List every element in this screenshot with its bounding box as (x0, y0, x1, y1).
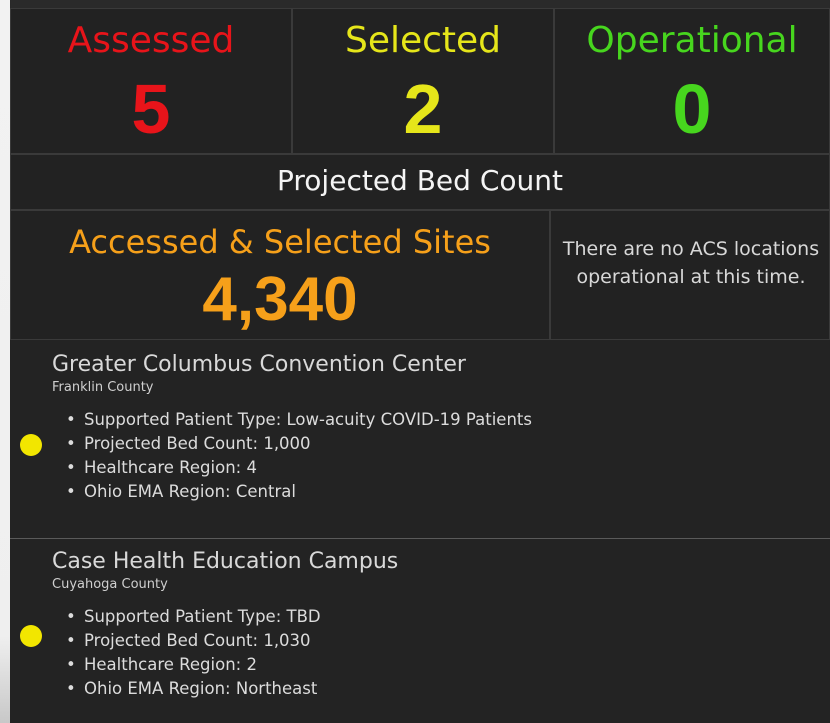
selected-label: Selected (344, 20, 502, 61)
site-detail-item: • Supported Patient Type: Low-acuity COVI… (66, 410, 532, 429)
site-detail-item: • Ohio EMA Region: Central (66, 482, 296, 501)
operational-count: 0 (672, 70, 712, 148)
site-name: Case Health Education Campus (52, 549, 399, 574)
operational-note-panel: There are no ACS locations operational a… (550, 210, 830, 340)
selected-indicator: Selected 2 (292, 8, 554, 154)
site-list-item[interactable]: Greater Columbus Convention Center Frank… (10, 342, 830, 538)
site-detail-item: • Projected Bed Count: 1,030 (66, 631, 311, 650)
operational-label: Operational (586, 20, 798, 61)
site-detail-item: • Supported Patient Type: TBD (66, 607, 321, 626)
operational-note: There are no ACS locations operational a… (562, 238, 820, 288)
site-county: Cuyahoga County (52, 577, 168, 592)
site-detail-item: • Projected Bed Count: 1,000 (66, 434, 311, 453)
selected-count: 2 (403, 70, 443, 148)
site-marker-icon (20, 625, 42, 647)
site-detail-item: • Ohio EMA Region: Northeast (66, 679, 318, 698)
site-county: Franklin County (52, 380, 154, 395)
sites-total-value: 4,340 (202, 265, 358, 334)
dashboard-panel: Assessed 5 Selected 2 Operational 0 Proj… (10, 8, 830, 723)
background-map-edge (0, 0, 10, 723)
site-detail-item: • Healthcare Region: 4 (66, 458, 257, 477)
site-list-item[interactable]: Case Health Education Campus Cuyahoga Co… (10, 539, 830, 723)
bed-count-header: Projected Bed Count (10, 154, 830, 210)
site-marker-icon (20, 434, 42, 456)
sites-total-label: Accessed & Selected Sites (69, 223, 491, 261)
assessed-count: 5 (131, 70, 171, 148)
sites-total-indicator: Accessed & Selected Sites 4,340 (10, 210, 550, 340)
operational-indicator: Operational 0 (554, 8, 830, 154)
site-detail-item: • Healthcare Region: 2 (66, 655, 257, 674)
site-details: • Supported Patient Type: Low-acuity COVI… (66, 408, 532, 504)
assessed-indicator: Assessed 5 (10, 8, 292, 154)
bed-count-title: Projected Bed Count (277, 164, 563, 197)
site-name: Greater Columbus Convention Center (52, 352, 466, 377)
assessed-label: Assessed (67, 20, 235, 61)
site-details: • Supported Patient Type: TBD • Projected … (66, 605, 321, 701)
